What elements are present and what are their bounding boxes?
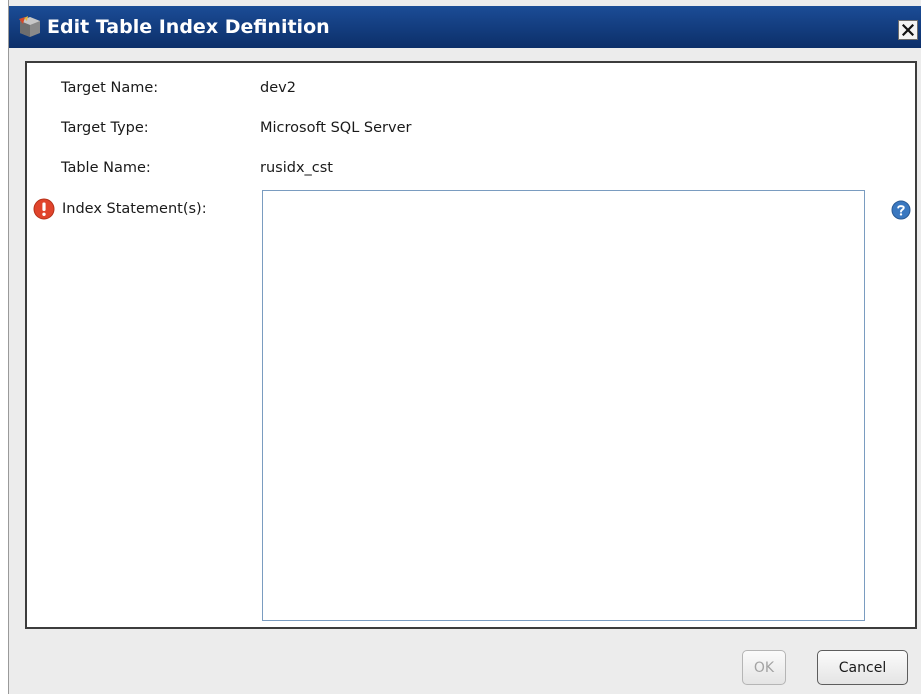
help-question-icon[interactable]: [891, 200, 911, 220]
index-statements-label: Index Statement(s):: [62, 201, 207, 217]
table-name-value: rusidx_cst: [260, 160, 333, 176]
target-name-label: Target Name:: [61, 80, 159, 96]
target-type-label: Target Type:: [61, 120, 149, 136]
table-name-label: Table Name:: [61, 160, 151, 176]
index-statements-textarea[interactable]: [262, 190, 865, 621]
ok-button[interactable]: OK: [742, 650, 786, 685]
target-type-value: Microsoft SQL Server: [260, 120, 412, 136]
form-panel: Target Name: dev2 Target Type: Microsoft…: [25, 61, 917, 629]
cancel-button[interactable]: Cancel: [817, 650, 908, 685]
dialog-title: Edit Table Index Definition: [47, 16, 330, 38]
target-name-value: dev2: [260, 80, 296, 96]
dialog-titlebar[interactable]: Edit Table Index Definition: [9, 6, 921, 48]
error-exclamation-icon: [33, 198, 55, 220]
database-icon: [19, 16, 40, 37]
close-button[interactable]: [898, 20, 918, 40]
close-icon: [902, 24, 914, 36]
edit-table-index-dialog: Edit Table Index Definition Target Name:…: [8, 0, 921, 694]
